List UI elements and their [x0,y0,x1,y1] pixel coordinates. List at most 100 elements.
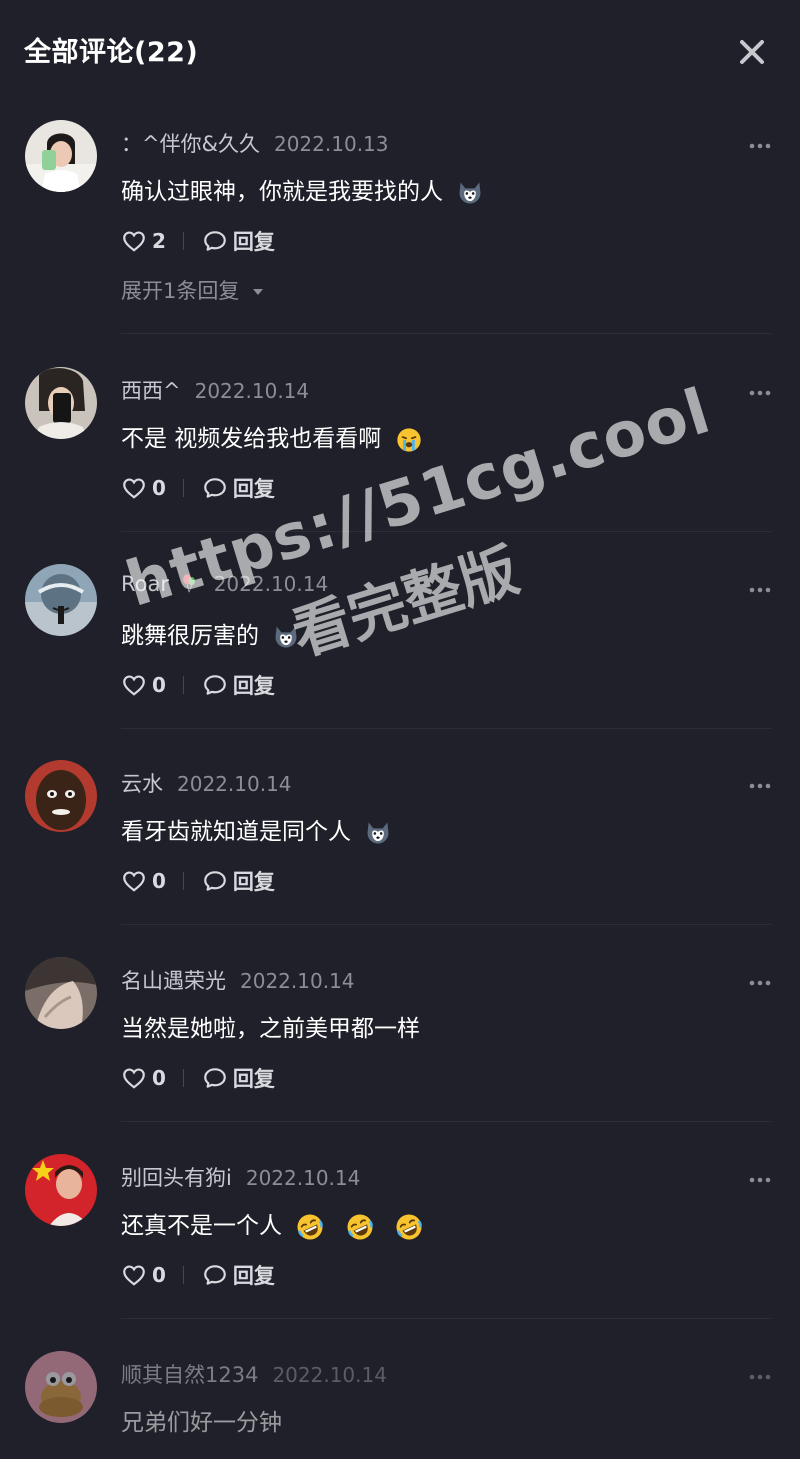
like-button[interactable]: 0 [121,1065,166,1091]
rofl-face-emoji-icon [345,1212,375,1242]
reply-bubble-icon [202,868,228,894]
reply-button[interactable]: 回复 [202,866,275,896]
author-name[interactable]: ：^伴你&久久 [121,132,260,156]
comment-text: 还真不是一个人 [121,1206,424,1242]
comment-text: 跳舞很厉害的 [121,616,300,651]
more-dots-icon [749,980,771,986]
balloon-emoji-icon [178,572,200,594]
comment-meta: ：^伴你&久久 2022.10.13 [121,128,389,158]
avatar[interactable] [25,760,97,832]
avatar[interactable] [25,564,97,636]
reply-label: 回复 [232,674,275,698]
heart-icon [121,228,147,254]
reply-bubble-icon [202,1262,228,1288]
comment-date: 2022.10.13 [273,132,389,156]
reply-button[interactable]: 回复 [202,473,275,503]
author-name[interactable]: 西西^ [121,379,181,403]
comment-text: 不是 视频发给我也看看啊 [121,419,423,454]
comment-meta: Roar 2022.10.14 [121,572,328,602]
reply-button[interactable]: 回复 [202,1260,275,1290]
author-name[interactable]: 名山遇荣光 [121,969,226,993]
comment-body: 看牙齿就知道是同个人 [121,819,351,845]
reply-button[interactable]: 回复 [202,1063,275,1093]
comment-body: 兄弟们好一分钟 [121,1410,282,1436]
action-divider [182,1069,184,1087]
author-name[interactable]: Roar [121,572,169,596]
comment-date: 2022.10.14 [213,572,329,596]
more-options-button[interactable] [744,582,776,598]
author-name[interactable]: 别回头有狗i [121,1166,232,1190]
comment-divider [121,1318,771,1319]
expand-replies-button[interactable]: 展开1条回复 [121,275,266,305]
reply-label: 回复 [232,870,275,894]
like-count: 0 [152,1263,166,1287]
more-options-button[interactable] [744,1172,776,1188]
comment-actions: 2 回复 [121,226,275,256]
crying-face-emoji-icon [395,426,423,454]
reply-label: 回复 [232,1067,275,1091]
comment-actions: 0 回复 [121,1063,275,1093]
action-divider [182,872,184,890]
husky-emoji-icon [364,819,392,847]
avatar[interactable] [25,1154,97,1226]
husky-emoji-icon [272,623,300,651]
comment-text: 兄弟们好一分钟 [121,1403,282,1437]
husky-emoji-icon [456,179,484,207]
author-name[interactable]: 云水 [121,772,163,796]
comment-divider [121,924,771,925]
comment-body: 确认过眼神，你就是我要找的人 [121,179,443,205]
heart-icon [121,1262,147,1288]
reply-bubble-icon [202,672,228,698]
more-options-button[interactable] [744,975,776,991]
comment-body: 跳舞很厉害的 [121,623,259,649]
more-dots-icon [749,143,771,149]
caret-down-icon [253,289,264,295]
like-count: 0 [152,869,166,893]
reply-button[interactable]: 回复 [202,670,275,700]
more-options-button[interactable] [744,1369,776,1385]
more-options-button[interactable] [744,385,776,401]
comment-meta: 西西^ 2022.10.14 [121,375,309,405]
comment-meta: 名山遇荣光 2022.10.14 [121,965,355,995]
like-button[interactable]: 2 [121,228,166,254]
like-button[interactable]: 0 [121,475,166,501]
avatar[interactable] [25,120,97,192]
comment-date: 2022.10.14 [272,1363,387,1387]
heart-icon [121,1065,147,1091]
heart-icon [121,868,147,894]
page-title: 全部评论(22) [24,37,199,68]
like-count: 2 [152,229,166,253]
reply-button[interactable]: 回复 [202,226,275,256]
avatar[interactable] [25,957,97,1029]
close-button[interactable] [732,32,772,72]
avatar[interactable] [25,1351,97,1423]
comment-actions: 0 回复 [121,473,275,503]
expand-replies-label: 展开1条回复 [121,279,240,303]
comment-actions: 0 回复 [121,866,275,896]
like-button[interactable]: 0 [121,672,166,698]
more-dots-icon [749,587,771,593]
comment-divider [121,1121,771,1122]
avatar[interactable] [25,367,97,439]
reply-label: 回复 [232,230,275,254]
like-count: 0 [152,673,166,697]
comment-text: 当然是她啦，之前美甲都一样 [121,1009,420,1043]
comment-date: 2022.10.14 [177,772,292,796]
comment-meta: 云水 2022.10.14 [121,768,292,798]
like-button[interactable]: 0 [121,868,166,894]
action-divider [182,676,184,694]
author-name[interactable]: 顺其自然1234 [121,1363,258,1387]
comment-body: 还真不是一个人 [121,1213,282,1239]
like-button[interactable]: 0 [121,1262,166,1288]
comment-divider [121,728,771,729]
reply-bubble-icon [202,228,228,254]
comment-meta: 别回头有狗i 2022.10.14 [121,1162,360,1192]
more-options-button[interactable] [744,778,776,794]
more-dots-icon [749,390,771,396]
comment-text: 看牙齿就知道是同个人 [121,812,392,847]
comment-date: 2022.10.14 [240,969,355,993]
rofl-face-emoji-icon [394,1212,424,1242]
reply-bubble-icon [202,475,228,501]
more-options-button[interactable] [744,138,776,154]
comment-actions: 0 回复 [121,670,275,700]
